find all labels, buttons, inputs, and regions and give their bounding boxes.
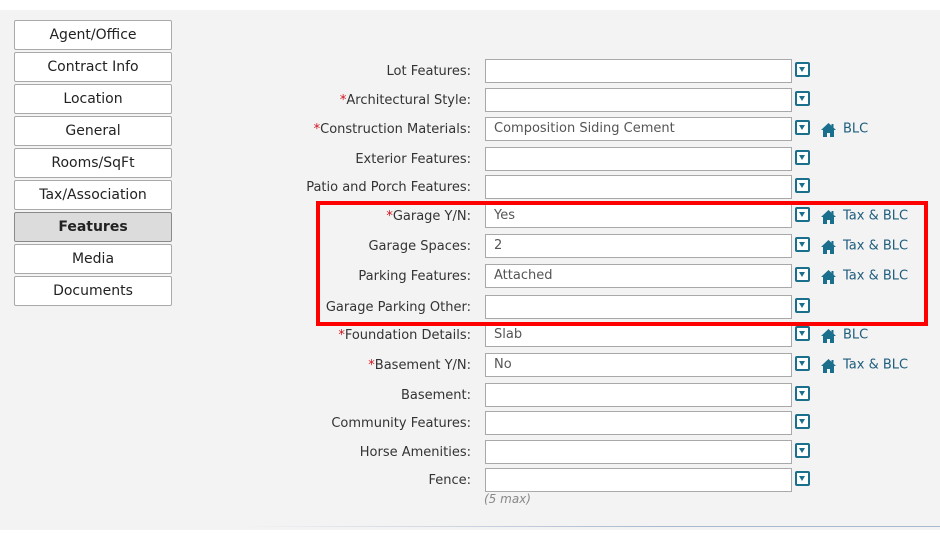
foundation-details-label-text: Foundation Details: — [344, 328, 471, 343]
source-label: BLC — [843, 327, 869, 343]
horse-amenities-label: Horse Amenities: — [360, 440, 471, 464]
basement-y-n-input[interactable]: No — [485, 353, 792, 377]
nav-tab-location[interactable]: Location — [14, 84, 172, 114]
field-row-community-features: Community Features: — [230, 411, 930, 435]
bottom-divider — [240, 526, 940, 527]
nav-tab-media[interactable]: Media — [14, 244, 172, 274]
exterior-features-input[interactable] — [485, 147, 792, 171]
nav-tab-features[interactable]: Features — [14, 212, 172, 242]
dropdown-arrow-icon[interactable] — [795, 326, 810, 341]
foundation-details-label: *Foundation Details: — [338, 323, 471, 347]
field-row-architectural-style: *Architectural Style: — [230, 88, 930, 112]
horse-amenities-label-text: Horse Amenities: — [359, 445, 471, 460]
nav-tab-contract-info[interactable]: Contract Info — [14, 52, 172, 82]
field-row-foundation-details: *Foundation Details: Slab BLC — [230, 323, 930, 347]
dropdown-arrow-icon[interactable] — [795, 471, 810, 486]
nav-tab-rooms-sqft[interactable]: Rooms/SqFt — [14, 148, 172, 178]
field-row-basement-y-n: *Basement Y/N: No Tax & BLC — [230, 353, 930, 377]
construction-materials-input[interactable]: Composition Siding Cement — [485, 117, 792, 141]
basement-y-n-label: *Basement Y/N: — [368, 353, 471, 377]
patio-and-porch-features-label: Patio and Porch Features: — [306, 175, 471, 199]
horse-amenities-input[interactable] — [485, 440, 792, 464]
fence-label: Fence: — [428, 468, 471, 492]
nav-tab-general[interactable]: General — [14, 116, 172, 146]
architectural-style-label: *Architectural Style: — [340, 88, 471, 112]
exterior-features-label-text: Exterior Features: — [355, 152, 471, 167]
garage-fields-highlight-box — [316, 201, 928, 326]
construction-materials-data-source: BLC — [820, 117, 868, 141]
house-icon — [820, 327, 837, 343]
field-row-exterior-features: Exterior Features: — [230, 147, 930, 171]
basement-input[interactable] — [485, 383, 792, 407]
community-features-label: Community Features: — [331, 411, 471, 435]
dropdown-arrow-icon[interactable] — [795, 178, 810, 193]
house-icon — [820, 357, 837, 373]
dropdown-arrow-icon[interactable] — [795, 386, 810, 401]
fence-label-text: Fence: — [428, 473, 471, 488]
dropdown-arrow-icon[interactable] — [795, 150, 810, 165]
foundation-details-input[interactable]: Slab — [485, 323, 792, 347]
dropdown-arrow-icon[interactable] — [795, 62, 810, 77]
field-row-construction-materials: *Construction Materials: Composition Sidi… — [230, 117, 930, 141]
fence-input[interactable] — [485, 468, 792, 492]
community-features-input[interactable] — [485, 411, 792, 435]
construction-materials-label-text: Construction Materials: — [320, 122, 471, 137]
section-nav: Agent/Office Contract Info Location General… — [14, 20, 172, 308]
dropdown-arrow-icon[interactable] — [795, 120, 810, 135]
source-label: Tax & BLC — [843, 357, 909, 373]
exterior-features-label: Exterior Features: — [355, 147, 471, 171]
field-row-horse-amenities: Horse Amenities: — [230, 440, 930, 464]
nav-tab-agent-office[interactable]: Agent/Office — [14, 20, 172, 50]
field-row-basement: Basement: — [230, 383, 930, 407]
community-features-label-text: Community Features: — [331, 416, 471, 431]
architectural-style-input[interactable] — [485, 88, 792, 112]
basement-label: Basement: — [401, 383, 471, 407]
field-row-lot-features: Lot Features: — [230, 59, 930, 83]
lot-features-label: Lot Features: — [387, 59, 471, 83]
foundation-details-data-source: BLC — [820, 323, 868, 347]
dropdown-arrow-icon[interactable] — [795, 91, 810, 106]
patio-and-porch-features-label-text: Patio and Porch Features: — [306, 180, 471, 195]
dropdown-arrow-icon[interactable] — [795, 356, 810, 371]
dropdown-arrow-icon[interactable] — [795, 443, 810, 458]
basement-label-text: Basement: — [400, 388, 471, 403]
fence-max-note: (5 max) — [484, 492, 531, 506]
construction-materials-label: *Construction Materials: — [314, 117, 471, 141]
architectural-style-label-text: Architectural Style: — [346, 93, 471, 108]
basement-y-n-data-source: Tax & BLC — [820, 353, 908, 377]
nav-tab-documents[interactable]: Documents — [14, 276, 172, 306]
field-row-patio-and-porch-features: Patio and Porch Features: — [230, 175, 930, 199]
lot-features-label-text: Lot Features: — [386, 64, 471, 79]
patio-and-porch-features-input[interactable] — [485, 175, 792, 199]
source-label: BLC — [843, 121, 869, 137]
nav-tab-tax-association[interactable]: Tax/Association — [14, 180, 172, 210]
dropdown-arrow-icon[interactable] — [795, 414, 810, 429]
field-row-fence: Fence: — [230, 468, 930, 492]
basement-y-n-label-text: Basement Y/N: — [374, 358, 471, 373]
lot-features-input[interactable] — [485, 59, 792, 83]
house-icon — [820, 121, 837, 137]
